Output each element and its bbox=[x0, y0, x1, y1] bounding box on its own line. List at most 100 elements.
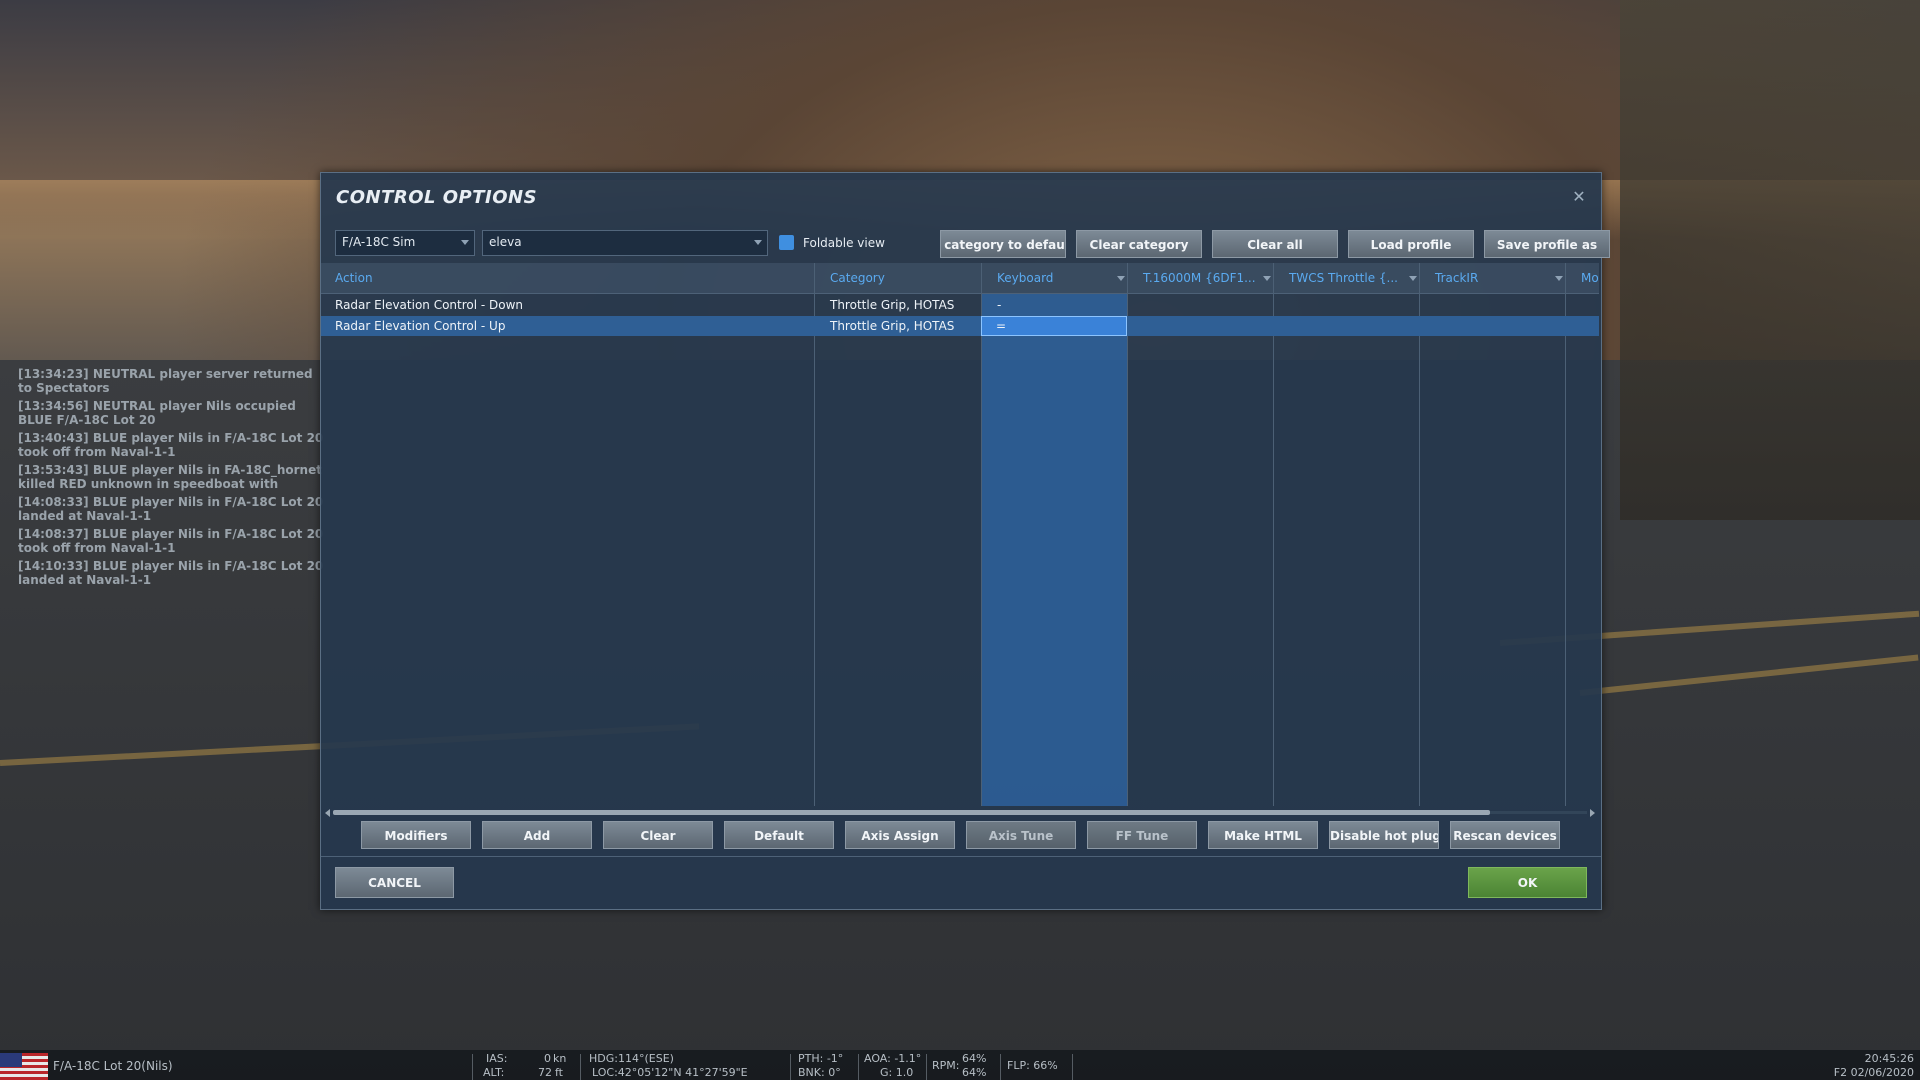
chevron-down-icon[interactable] bbox=[1555, 276, 1563, 281]
clear-category-button[interactable]: Clear category bbox=[1076, 230, 1202, 258]
alt-label: ALT: bbox=[483, 1066, 505, 1079]
chat-line: [13:40:43] BLUE player Nils in F/A-18C L… bbox=[18, 431, 324, 459]
chat-line: [13:34:23] NEUTRAL player server returne… bbox=[18, 367, 313, 395]
column-divider bbox=[1565, 263, 1566, 806]
foldable-view-checkbox[interactable] bbox=[779, 235, 794, 250]
header-t16000m[interactable]: T.16000M {6DF1... bbox=[1143, 263, 1273, 293]
table-row[interactable]: Radar Elevation Control - Down Throttle … bbox=[321, 295, 1599, 315]
header-twcs-label: TWCS Throttle {... bbox=[1289, 271, 1398, 285]
hud-divider bbox=[580, 1054, 581, 1080]
header-twcs[interactable]: TWCS Throttle {... bbox=[1289, 263, 1419, 293]
control-options-dialog: CONTROL OPTIONS ✕ F/A-18C Sim eleva Fold… bbox=[320, 172, 1610, 910]
footer-divider bbox=[321, 856, 1601, 857]
heading-readout: HDG:114°(ESE) bbox=[589, 1052, 674, 1065]
save-profile-button[interactable]: Save profile as bbox=[1484, 230, 1610, 258]
rpm-label: RPM: bbox=[932, 1059, 960, 1072]
clock-date: F2 02/06/2020 bbox=[1833, 1066, 1914, 1079]
default-button[interactable]: Default bbox=[724, 821, 834, 849]
aoa-readout: AOA: -1.1° bbox=[864, 1052, 922, 1065]
hud-divider bbox=[472, 1054, 473, 1080]
carrier-island-background bbox=[1620, 0, 1920, 520]
foldable-view-label: Foldable view bbox=[803, 236, 885, 250]
column-divider bbox=[814, 263, 815, 806]
ias-value: 0 bbox=[544, 1052, 551, 1065]
chat-line: [13:34:56] NEUTRAL player Nils occupied … bbox=[18, 399, 296, 427]
load-profile-button[interactable]: Load profile bbox=[1348, 230, 1474, 258]
header-category[interactable]: Category bbox=[830, 263, 885, 293]
ff-tune-button[interactable]: FF Tune bbox=[1087, 821, 1197, 849]
scroll-right-icon[interactable] bbox=[1590, 809, 1595, 817]
hud-divider bbox=[1000, 1054, 1001, 1080]
ias-label: IAS: bbox=[486, 1052, 508, 1065]
row-keyboard-binding[interactable]: - bbox=[997, 295, 1001, 315]
chat-line: [13:53:43] BLUE player Nils in FA-18C_ho… bbox=[18, 463, 322, 491]
scroll-left-icon[interactable] bbox=[325, 809, 330, 817]
column-divider bbox=[1273, 263, 1274, 806]
column-divider bbox=[981, 263, 982, 806]
hud-divider bbox=[790, 1054, 791, 1080]
row-category: Throttle Grip, HOTAS bbox=[830, 319, 955, 333]
ok-button[interactable]: OK bbox=[1468, 867, 1587, 898]
reset-category-button[interactable]: set category to default bbox=[940, 230, 1066, 258]
status-bar: F/A-18C Lot 20(Nils) IAS: 0 kn ALT: 72 f… bbox=[0, 1050, 1920, 1080]
header-mouse[interactable]: Mou bbox=[1581, 263, 1599, 293]
g-readout: G: 1.0 bbox=[880, 1066, 914, 1079]
location-readout: LOC:42°05'12"N 41°27'59"E bbox=[592, 1066, 748, 1079]
clear-all-button[interactable]: Clear all bbox=[1212, 230, 1338, 258]
alt-unit: ft bbox=[555, 1066, 563, 1079]
add-button[interactable]: Add bbox=[482, 821, 592, 849]
aircraft-select-value: F/A-18C Sim bbox=[342, 235, 416, 249]
aircraft-label: F/A-18C Lot 20(Nils) bbox=[53, 1059, 173, 1073]
hud-divider bbox=[858, 1054, 859, 1080]
header-keyboard[interactable]: Keyboard bbox=[997, 263, 1127, 293]
rpm-engine-2: 64% bbox=[962, 1066, 987, 1079]
table-header: Action Category Keyboard T.16000M {6DF1.… bbox=[321, 263, 1599, 294]
chat-log: [13:34:23] NEUTRAL player server returne… bbox=[18, 367, 328, 591]
table-row-selected[interactable]: Radar Elevation Control - Up Throttle Gr… bbox=[321, 316, 1599, 336]
keyboard-column-highlight bbox=[981, 293, 1127, 806]
row-keyboard-binding[interactable]: = bbox=[981, 316, 1127, 336]
clear-button[interactable]: Clear bbox=[603, 821, 713, 849]
ias-unit: kn bbox=[553, 1052, 567, 1065]
chat-line: [14:08:33] BLUE player Nils in F/A-18C L… bbox=[18, 495, 324, 523]
aircraft-select[interactable]: F/A-18C Sim bbox=[335, 230, 475, 256]
column-divider bbox=[1419, 263, 1420, 806]
hud-divider bbox=[1072, 1054, 1073, 1080]
chevron-down-icon[interactable] bbox=[1263, 276, 1271, 281]
rpm-engine-1: 64% bbox=[962, 1052, 987, 1065]
bindings-table: Action Category Keyboard T.16000M {6DF1.… bbox=[321, 263, 1599, 806]
alt-value: 72 bbox=[538, 1066, 552, 1079]
header-trackir[interactable]: TrackIR bbox=[1435, 263, 1565, 293]
close-icon[interactable]: ✕ bbox=[1571, 189, 1587, 205]
axis-assign-button[interactable]: Axis Assign bbox=[845, 821, 955, 849]
filter-select[interactable]: eleva bbox=[482, 230, 768, 256]
header-t16000m-label: T.16000M {6DF1... bbox=[1143, 271, 1256, 285]
scrollbar-thumb[interactable] bbox=[333, 810, 1490, 815]
make-html-button[interactable]: Make HTML bbox=[1208, 821, 1318, 849]
disable-hot-plug-button[interactable]: Disable hot plug bbox=[1329, 821, 1439, 849]
chevron-down-icon bbox=[461, 240, 469, 245]
modifiers-button[interactable]: Modifiers bbox=[361, 821, 471, 849]
rescan-devices-button[interactable]: Rescan devices bbox=[1450, 821, 1560, 849]
toolbar: F/A-18C Sim eleva Foldable view set cate… bbox=[335, 230, 1610, 258]
flaps-readout: FLP: 66% bbox=[1007, 1059, 1058, 1072]
header-trackir-label: TrackIR bbox=[1435, 271, 1479, 285]
chat-line: [14:08:37] BLUE player Nils in F/A-18C L… bbox=[18, 527, 324, 555]
chat-line: [14:10:33] BLUE player Nils in F/A-18C L… bbox=[18, 559, 324, 587]
cancel-button[interactable]: CANCEL bbox=[335, 867, 454, 898]
row-category: Throttle Grip, HOTAS bbox=[830, 298, 955, 312]
axis-tune-button[interactable]: Axis Tune bbox=[966, 821, 1076, 849]
bank-readout: BNK: 0° bbox=[798, 1066, 841, 1079]
horizontal-scrollbar[interactable] bbox=[325, 809, 1595, 817]
row-action: Radar Elevation Control - Down bbox=[335, 298, 524, 312]
column-divider bbox=[1127, 263, 1128, 806]
header-action[interactable]: Action bbox=[335, 263, 373, 293]
chevron-down-icon[interactable] bbox=[1117, 276, 1125, 281]
dialog-title: CONTROL OPTIONS bbox=[336, 187, 538, 208]
pitch-readout: PTH: -1° bbox=[798, 1052, 844, 1065]
header-keyboard-label: Keyboard bbox=[997, 271, 1054, 285]
chevron-down-icon bbox=[754, 240, 762, 245]
hud-divider bbox=[926, 1054, 927, 1080]
filter-select-value: eleva bbox=[489, 235, 522, 249]
chevron-down-icon[interactable] bbox=[1409, 276, 1417, 281]
